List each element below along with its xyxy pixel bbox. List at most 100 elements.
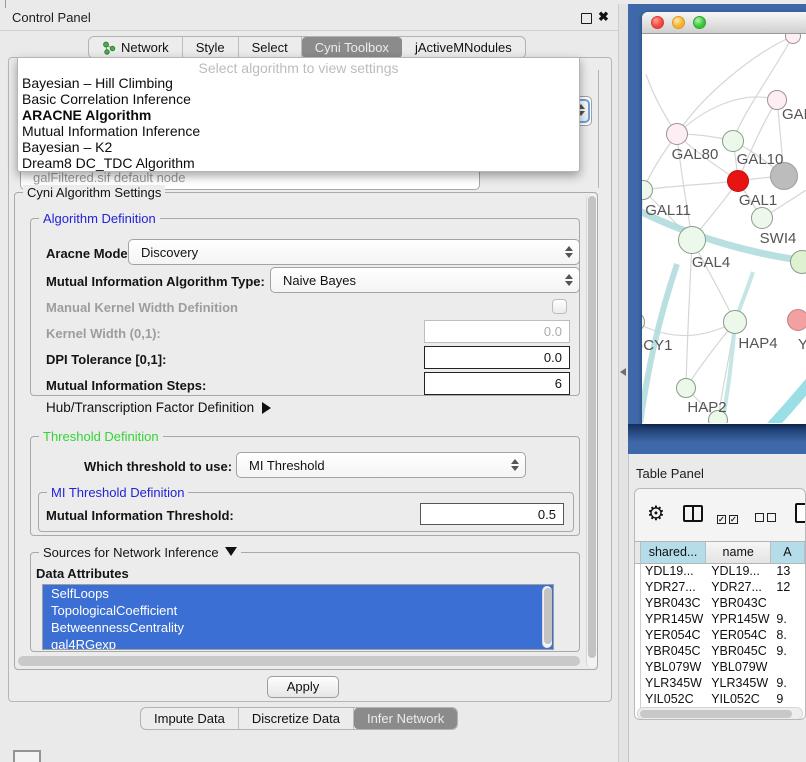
list-item-topologicalcoefficient[interactable]: TopologicalCoefficient (43, 602, 553, 619)
hub-definition-toggle[interactable]: Hub/Transcription Factor Definition (46, 400, 271, 415)
aracne-mode-label: Aracne Mode: (46, 246, 132, 261)
table-row[interactable]: YDL19...YDL19...13 (635, 564, 805, 580)
popup-item-mutual-information[interactable]: Mutual Information Inference (18, 123, 579, 139)
cell-shared: YPR145W (635, 612, 706, 628)
columns-icon[interactable] (683, 505, 703, 522)
mi-type-label: Mutual Information Algorithm Type: (46, 274, 265, 289)
data-attributes-label: Data Attributes (36, 566, 129, 581)
column-header-name[interactable]: name (706, 542, 771, 563)
select-all-icon[interactable]: ✓✓ (717, 509, 741, 527)
cell-name: YDL19... (706, 564, 771, 580)
control-panel-title: Control Panel (12, 10, 91, 25)
network-node-gal80[interactable] (666, 123, 688, 145)
network-window-titlebar[interactable] (642, 12, 806, 34)
tab-network[interactable]: Network (89, 37, 183, 58)
network-canvas[interactable]: GAL GAL80 GAL10 GAL1 GAL11 SWI4 GAL4 GCY… (642, 34, 806, 423)
close-panel-icon[interactable]: ✖ (598, 9, 609, 25)
tab-impute-data[interactable]: Impute Data (141, 708, 239, 729)
tab-impute-data-label: Impute Data (154, 711, 225, 726)
settings-vertical-scrollbar[interactable] (586, 194, 597, 668)
table-toolbar: ⚙ ✓✓ (635, 489, 805, 541)
table-row[interactable]: YIL052CYIL052C9 (635, 692, 805, 708)
hub-definition-label: Hub/Transcription Factor Definition (46, 400, 254, 415)
cell-value: 9. (771, 676, 805, 692)
table-row[interactable]: YDR27...YDR27...12 (635, 580, 805, 596)
resize-grip[interactable] (13, 750, 41, 762)
network-icon (102, 41, 116, 55)
table-row[interactable]: YLR345WYLR345W9. (635, 676, 805, 692)
popup-item-bayesian-k2[interactable]: Bayesian – K2 (18, 139, 579, 155)
cursor-artifact (5, 0, 6, 8)
network-node[interactable] (787, 309, 806, 331)
screen: Control Panel ✖ Network Style Select Cyn… (0, 0, 806, 762)
minimize-window-icon[interactable] (672, 16, 685, 29)
table-row[interactable]: YPR145WYPR145W9. (635, 612, 805, 628)
cell-name: YBR043C (706, 596, 771, 612)
node-label: SWI4 (760, 230, 797, 247)
cell-value (771, 596, 805, 612)
list-item-gal4rgexp[interactable]: gal4RGexp (43, 636, 553, 650)
mi-threshold-label: Mutual Information Threshold: (46, 508, 234, 523)
cyni-bottom-tabs: Impute Data Discretize Data Infer Networ… (140, 707, 458, 730)
tab-select[interactable]: Select (239, 37, 302, 58)
mi-threshold-group-title: MI Threshold Definition (47, 485, 188, 500)
popup-item-aracne[interactable]: ARACNE Algorithm (18, 107, 579, 123)
table-scrollbar-thumb[interactable] (640, 710, 792, 718)
mi-type-combo[interactable]: Naive Bayes (270, 267, 580, 293)
cell-name: YBR045C (706, 644, 771, 660)
which-threshold-combo[interactable]: MI Threshold (236, 452, 526, 478)
dpi-tolerance-field[interactable]: 0.0 (424, 346, 570, 369)
mi-steps-label: Mutual Information Steps: (46, 378, 206, 393)
kernel-width-field[interactable]: 0.0 (424, 320, 570, 343)
list-item-selfloops[interactable]: SelfLoops (43, 585, 553, 602)
column-header-partial[interactable]: A (771, 542, 805, 563)
tab-discretize-data[interactable]: Discretize Data (239, 708, 354, 729)
node-label: Y (798, 336, 806, 353)
gear-icon[interactable]: ⚙ (647, 501, 665, 526)
aracne-mode-combo[interactable]: Discovery (128, 239, 580, 265)
tab-style[interactable]: Style (183, 37, 239, 58)
splitter-collapse-icon[interactable] (620, 368, 626, 376)
table-row[interactable]: YER054CYER054C8. (635, 628, 805, 644)
tab-jactivemnodules[interactable]: jActiveMNodules (402, 37, 525, 58)
network-node-swi4[interactable] (751, 207, 773, 229)
list-scrollbar-thumb[interactable] (544, 588, 552, 644)
export-table-icon[interactable] (795, 503, 806, 523)
node-label: GAL11 (645, 202, 691, 219)
mi-steps-field[interactable]: 6 (424, 372, 570, 395)
deselect-all-icon[interactable] (755, 509, 779, 527)
apply-button[interactable]: Apply (267, 676, 339, 698)
column-header-shared-name[interactable]: shared... (641, 542, 706, 563)
list-item-betweennesscentrality[interactable]: BetweennessCentrality (43, 619, 553, 636)
algorithm-definition-title: Algorithm Definition (39, 211, 160, 226)
close-window-icon[interactable] (651, 16, 664, 29)
tab-cyni-toolbox[interactable]: Cyni Toolbox (302, 37, 402, 58)
settings-scrollbar-thumb[interactable] (588, 196, 596, 658)
row-gutter (640, 564, 641, 720)
dpi-tolerance-label: DPI Tolerance [0,1]: (46, 352, 166, 367)
popup-item-bayesian-hill[interactable]: Bayesian – Hill Climbing (18, 75, 579, 91)
popup-item-dream8[interactable]: Dream8 DC_TDC Algorithm (18, 155, 579, 171)
settings-horizontal-scrollbar[interactable] (18, 656, 580, 666)
float-panel-icon[interactable] (581, 13, 592, 24)
network-node-gal10[interactable] (722, 130, 744, 152)
list-vertical-scrollbar[interactable] (542, 586, 552, 648)
combo-stepper-icon (565, 246, 573, 258)
table-horizontal-scrollbar[interactable] (637, 707, 803, 720)
zoom-window-icon[interactable] (693, 16, 706, 29)
popup-item-basic-correlation[interactable]: Basic Correlation Inference (18, 91, 579, 107)
manual-kernel-checkbox[interactable] (552, 299, 567, 314)
network-node-gal1[interactable] (727, 170, 749, 192)
mi-threshold-field[interactable]: 0.5 (420, 503, 564, 525)
manual-kernel-label: Manual Kernel Width Definition (46, 300, 238, 315)
hidden-group-border (598, 70, 599, 188)
aracne-mode-value: Discovery (141, 245, 198, 260)
network-node-gal4[interactable] (678, 226, 706, 254)
table-row[interactable]: YBR045CYBR045C9. (635, 644, 805, 660)
table-row[interactable]: YBL079WYBL079W (635, 660, 805, 676)
table-row[interactable]: YBR043CYBR043C (635, 596, 805, 612)
network-node-hap2[interactable] (676, 378, 696, 398)
cell-shared: YBR043C (635, 596, 706, 612)
tab-infer-network[interactable]: Infer Network (354, 708, 457, 729)
network-node-hap4[interactable] (723, 310, 747, 334)
